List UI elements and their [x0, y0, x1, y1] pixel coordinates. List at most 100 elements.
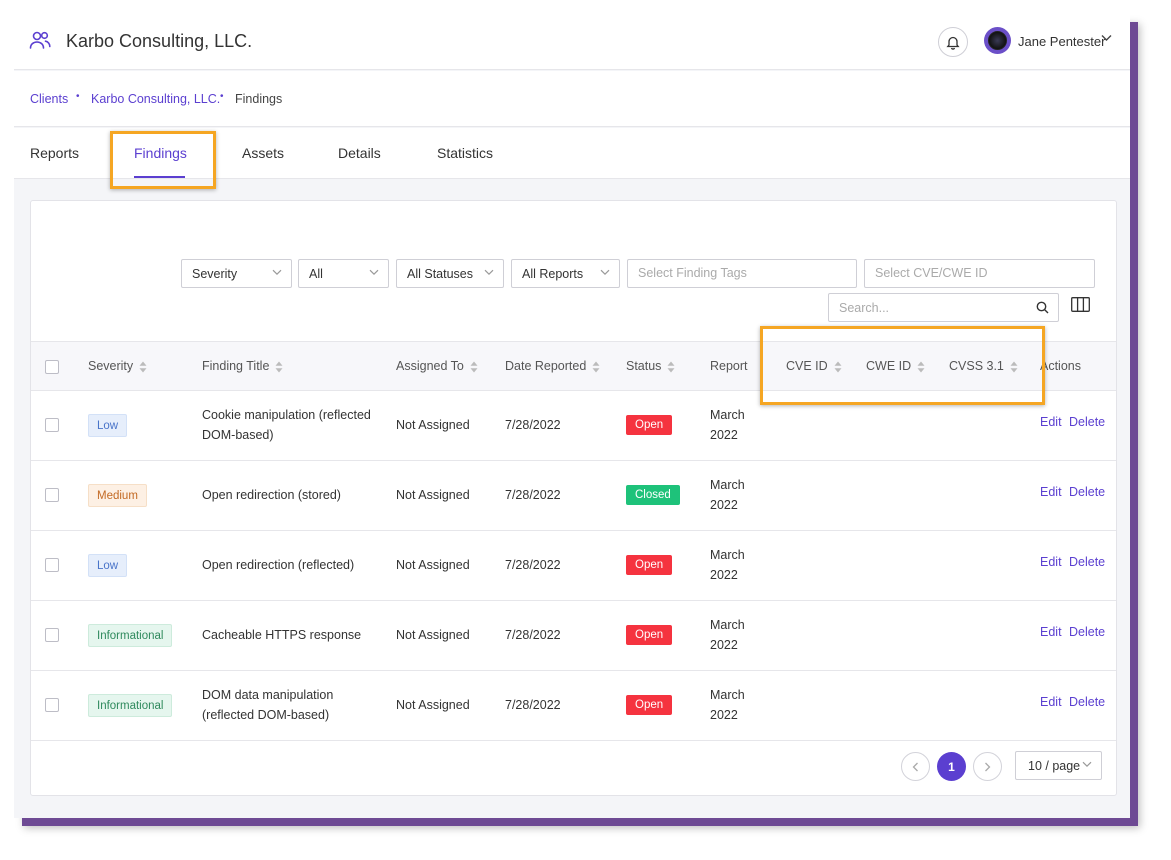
chevron-down-icon [272, 269, 282, 276]
bell-icon [946, 36, 960, 50]
breadcrumb-current: Findings [235, 92, 283, 106]
column-cve-id[interactable]: CVE ID [786, 359, 842, 373]
severity-badge: Medium [88, 484, 147, 507]
finding-title[interactable]: Cacheable HTTPS response [202, 625, 361, 645]
assigned-to: Not Assigned [396, 628, 470, 642]
edit-link[interactable]: Edit [1040, 695, 1062, 709]
column-status[interactable]: Status [626, 359, 675, 373]
select-all-checkbox[interactable] [45, 360, 59, 374]
row-checkbox[interactable] [45, 628, 59, 642]
column-actions: Actions [1040, 359, 1081, 373]
tab-statistics[interactable]: Statistics [437, 145, 493, 161]
finding-title[interactable]: Open redirection (reflected) [202, 555, 354, 575]
table-row: Informational Cacheable HTTPS response N… [31, 601, 1116, 671]
column-severity[interactable]: Severity [88, 359, 147, 373]
edit-link[interactable]: Edit [1040, 625, 1062, 639]
row-checkbox[interactable] [45, 488, 59, 502]
search-icon[interactable] [1036, 301, 1049, 314]
tab-assets[interactable]: Assets [242, 145, 284, 161]
edit-link[interactable]: Edit [1040, 485, 1062, 499]
delete-link[interactable]: Delete [1069, 625, 1105, 639]
tab-reports[interactable]: Reports [30, 145, 79, 161]
finding-tags-select[interactable]: Select Finding Tags [627, 259, 857, 288]
severity-badge: Low [88, 414, 128, 437]
assigned-to: Not Assigned [396, 418, 470, 432]
status-badge: Open [626, 625, 673, 645]
breadcrumb-separator: • [220, 91, 224, 102]
user-name[interactable]: Jane Pentester [1018, 34, 1105, 49]
next-page-button[interactable] [973, 752, 1002, 781]
column-report: Report [710, 359, 748, 373]
table-row: Informational DOM data manipulation (refl… [31, 671, 1116, 741]
delete-link[interactable]: Delete [1069, 415, 1105, 429]
row-checkbox[interactable] [45, 698, 59, 712]
chevron-right-icon [985, 762, 991, 771]
sort-icon [917, 361, 925, 373]
cve-cwe-select[interactable]: Select CVE/CWE ID [864, 259, 1095, 288]
sort-icon [834, 361, 842, 373]
status-badge: Open [626, 695, 673, 715]
sort-icon [470, 361, 478, 373]
finding-title[interactable]: Open redirection (stored) [202, 485, 341, 505]
delete-link[interactable]: Delete [1069, 695, 1105, 709]
column-date-reported[interactable]: Date Reported [505, 359, 600, 373]
finding-title[interactable]: DOM data manipulation (reflected DOM-base… [202, 685, 333, 725]
tab-details[interactable]: Details [338, 145, 381, 161]
avatar[interactable] [984, 27, 1011, 54]
report-name: March 2022 [710, 478, 745, 512]
assigned-to: Not Assigned [396, 488, 470, 502]
sort-icon [592, 361, 600, 373]
column-cvss[interactable]: CVSS 3.1 [949, 359, 1018, 373]
chevron-down-icon [484, 269, 494, 276]
row-checkbox[interactable] [45, 418, 59, 432]
severity-badge: Informational [88, 624, 173, 647]
findings-card: Severity All All Statuses All Reports Se… [30, 200, 1117, 796]
column-finding-title[interactable]: Finding Title [202, 359, 283, 373]
table-header: Severity Finding Title Assigned To Date … [31, 341, 1116, 391]
status-badge: Closed [626, 485, 680, 505]
page-size-select[interactable]: 10 / page [1015, 751, 1102, 780]
chevron-down-icon[interactable] [1101, 34, 1112, 42]
breadcrumb: Clients • Karbo Consulting, LLC. • Findi… [14, 71, 1130, 127]
notifications-button[interactable] [938, 27, 968, 57]
report-name: March 2022 [710, 618, 745, 652]
edit-link[interactable]: Edit [1040, 415, 1062, 429]
top-bar: Karbo Consulting, LLC. Jane Pentester [14, 14, 1130, 70]
delete-link[interactable]: Delete [1069, 555, 1105, 569]
prev-page-button[interactable] [901, 752, 930, 781]
search-box [828, 293, 1059, 322]
breadcrumb-client[interactable]: Karbo Consulting, LLC. [91, 92, 220, 106]
delete-link[interactable]: Delete [1069, 485, 1105, 499]
all-filter[interactable]: All [298, 259, 389, 288]
tab-bar: Reports Findings Assets Details Statisti… [14, 128, 1130, 179]
app-window: Karbo Consulting, LLC. Jane Pentester Cl… [14, 14, 1130, 818]
severity-badge: Informational [88, 694, 173, 717]
search-input[interactable] [829, 294, 1019, 321]
severity-filter[interactable]: Severity [181, 259, 292, 288]
edit-link[interactable]: Edit [1040, 555, 1062, 569]
table-row: Low Cookie manipulation (reflected DOM-ba… [31, 391, 1116, 461]
status-filter[interactable]: All Statuses [396, 259, 504, 288]
chevron-down-icon [600, 269, 610, 276]
date-reported: 7/28/2022 [505, 698, 561, 712]
sort-icon [667, 361, 675, 373]
assigned-to: Not Assigned [396, 698, 470, 712]
table-row: Medium Open redirection (stored) Not Ass… [31, 461, 1116, 531]
date-reported: 7/28/2022 [505, 418, 561, 432]
row-checkbox[interactable] [45, 558, 59, 572]
finding-title[interactable]: Cookie manipulation (reflected DOM-based) [202, 405, 371, 445]
breadcrumb-clients[interactable]: Clients [30, 92, 68, 106]
users-icon [29, 31, 51, 49]
page-1-button[interactable]: 1 [937, 752, 966, 781]
columns-icon[interactable] [1071, 297, 1090, 312]
page-title: Karbo Consulting, LLC. [66, 31, 253, 51]
column-assigned-to[interactable]: Assigned To [396, 359, 478, 373]
status-badge: Open [626, 415, 673, 435]
sort-icon [275, 361, 283, 373]
chevron-left-icon [912, 762, 918, 771]
column-cwe-id[interactable]: CWE ID [866, 359, 925, 373]
report-filter[interactable]: All Reports [511, 259, 620, 288]
tab-findings[interactable]: Findings [134, 145, 187, 161]
sort-icon [139, 361, 147, 373]
chevron-down-icon [1082, 761, 1092, 768]
